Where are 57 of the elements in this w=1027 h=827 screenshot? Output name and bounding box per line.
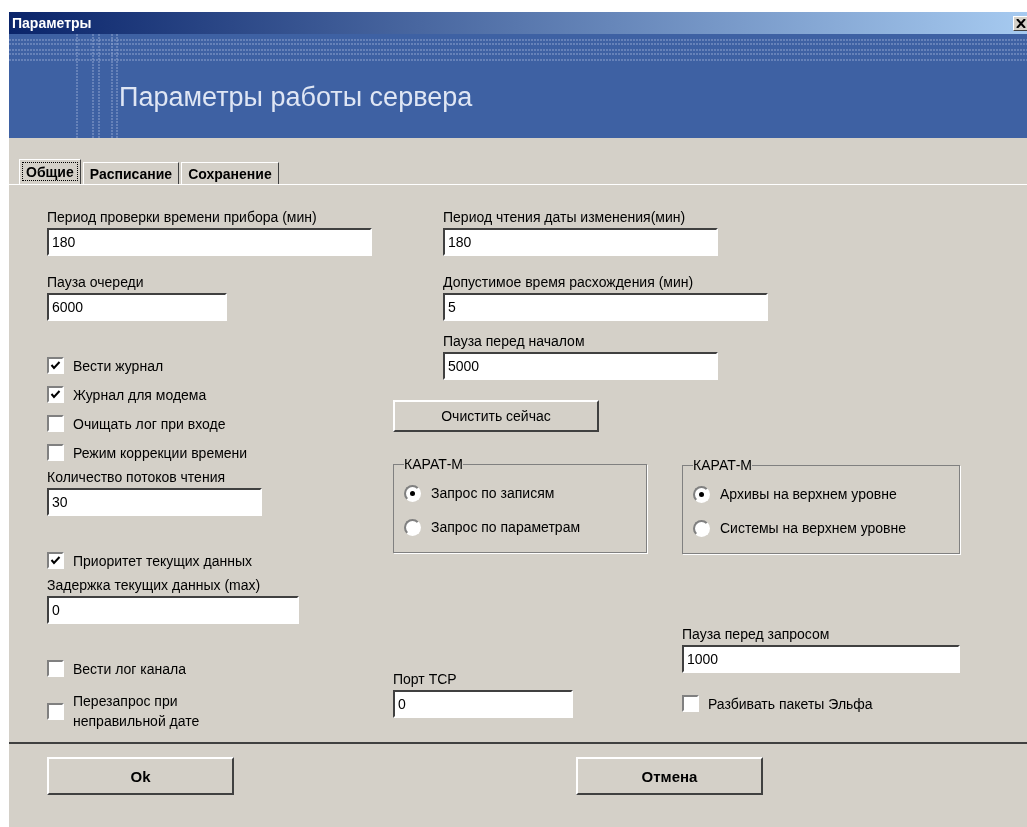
checkbox-label: Вести лог канала <box>73 659 187 679</box>
checkbox-label: Перезапрос при неправильной дате <box>73 692 201 731</box>
checkbox[interactable] <box>47 386 64 403</box>
checkbox[interactable] <box>47 444 64 461</box>
checkbox-label: Очищать лог при входе <box>73 414 226 434</box>
radio-label: Архивы на верхнем уровне <box>720 486 897 502</box>
field-label: Допустимое время расхождения (мин) <box>443 273 695 292</box>
checkbox[interactable] <box>47 357 64 374</box>
field-label: Период проверки времени прибора (мин) <box>47 208 318 227</box>
field-label: Пауза очереди <box>47 273 145 292</box>
check-icon <box>50 555 61 566</box>
radio-button[interactable] <box>404 484 421 502</box>
input-field[interactable]: 180 <box>47 228 372 256</box>
window-title: Параметры <box>12 15 92 31</box>
banner-title: Параметры работы сервера <box>119 81 473 113</box>
clear-button[interactable]: Очистить сейчас <box>393 400 599 432</box>
field-label: Количество потоков чтения <box>47 468 227 487</box>
checkbox[interactable] <box>47 702 64 720</box>
input-field[interactable]: 5 <box>443 293 768 321</box>
tab[interactable]: Общие <box>19 159 81 184</box>
tab[interactable]: Сохранение <box>181 162 279 184</box>
checkbox-label: Приоритет текущих данных <box>73 551 252 571</box>
group-title: КАРАТ-М <box>404 456 463 472</box>
close-icon <box>1016 18 1026 28</box>
field-label: Порт TCP <box>393 670 458 689</box>
input-field[interactable]: 0 <box>393 690 573 718</box>
radio-button[interactable] <box>693 485 710 503</box>
input-field[interactable]: 6000 <box>47 293 227 321</box>
input-field[interactable]: 30 <box>47 488 262 516</box>
check-icon <box>50 360 61 371</box>
checkbox[interactable] <box>47 552 64 569</box>
checkbox[interactable] <box>682 695 699 712</box>
checkbox-label: Журнал для модема <box>73 385 207 405</box>
group-title: КАРАТ-М <box>693 457 752 473</box>
dialog-button[interactable]: Отмена <box>576 757 763 795</box>
checkbox-label: Режим коррекции времени <box>73 443 248 463</box>
checkbox[interactable] <box>47 415 64 432</box>
field-label: Задержка текущих данных (max) <box>47 576 262 595</box>
field-label: Пауза перед запросом <box>682 625 831 644</box>
input-field[interactable]: 1000 <box>682 645 960 673</box>
close-button[interactable] <box>1013 15 1027 31</box>
checkbox-label: Разбивать пакеты Эльфа <box>708 694 873 714</box>
check-icon <box>50 389 61 400</box>
input-field[interactable]: 0 <box>47 596 299 624</box>
radio-button[interactable] <box>693 519 710 537</box>
radio-label: Системы на верхнем уровне <box>720 520 907 536</box>
field-label: Период чтения даты изменения(мин) <box>443 208 687 227</box>
input-field[interactable]: 180 <box>443 228 718 256</box>
checkbox-label: Вести журнал <box>73 356 164 376</box>
tab[interactable]: Расписание <box>82 162 180 184</box>
checkbox[interactable] <box>47 660 64 677</box>
field-label: Пауза перед началом <box>443 332 586 351</box>
radio-label: Запрос по записям <box>431 485 555 501</box>
radio-button[interactable] <box>404 518 421 536</box>
dialog-button[interactable]: Ok <box>47 757 234 795</box>
input-field[interactable]: 5000 <box>443 352 718 380</box>
radio-label: Запрос по параметрам <box>431 519 581 535</box>
